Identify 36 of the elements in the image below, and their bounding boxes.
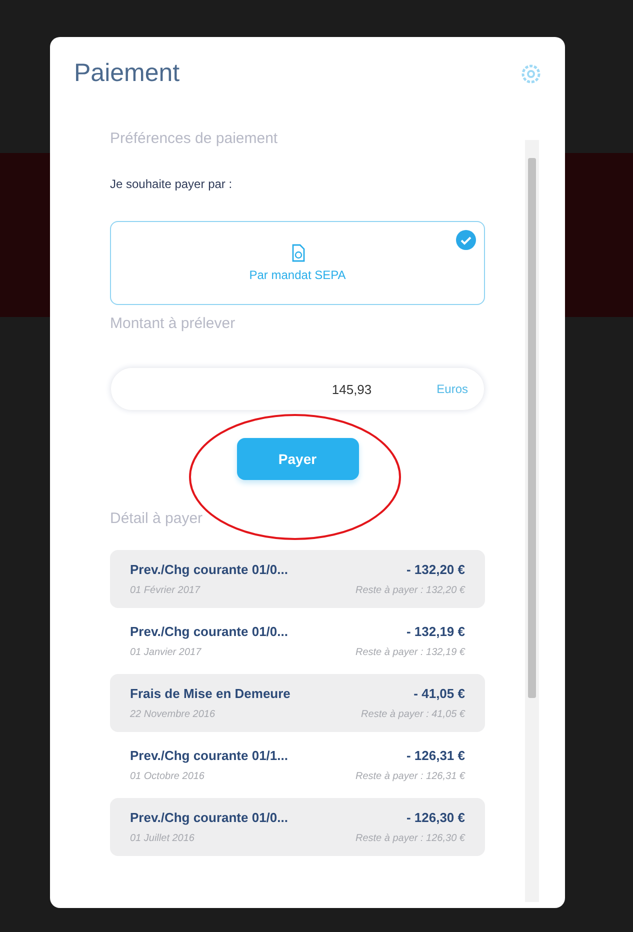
row-date: 01 Octobre 2016 [130, 771, 206, 782]
row-date: 01 Février 2017 [130, 585, 202, 596]
row-date: 22 Novembre 2016 [130, 709, 216, 720]
row-remaining: Reste à payer : 41,05 € [361, 709, 465, 720]
row-title: Prev./Chg courante 01/0... [130, 624, 289, 639]
row-remaining: Reste à payer : 132,19 € [355, 647, 465, 658]
check-icon [456, 230, 476, 250]
scrollbar-thumb[interactable] [528, 158, 536, 698]
section-heading: Montant à prélever [110, 315, 236, 332]
row-title: Prev./Chg courante 01/0... [130, 562, 289, 577]
currency-label: Euros [436, 382, 468, 396]
section-heading: Détail à payer [110, 510, 204, 527]
row-remaining: Reste à payer : 126,31 € [355, 771, 465, 782]
scrollbar[interactable] [525, 140, 539, 902]
amount-field[interactable]: 145,93 Euros [110, 367, 485, 411]
section-heading: Préférences de paiement [110, 130, 279, 147]
row-amount: - 126,31 € [405, 748, 465, 763]
dialog-title: Paiement [74, 59, 180, 88]
payment-row[interactable]: Prev./Chg courante 01/0... - 132,20 € 01 Février 2017 Reste à payer : 132,20 € [110, 550, 485, 608]
row-title: Frais de Mise en Demeure [130, 686, 292, 701]
row-amount: - 132,19 € [405, 624, 465, 639]
row-amount: - 41,05 € [412, 686, 465, 701]
settings-icon[interactable] [521, 64, 541, 84]
row-title: Prev./Chg courante 01/0... [130, 810, 289, 825]
payment-row[interactable]: Frais de Mise en Demeure - 41,05 € 22 Novembre 2016 Reste à payer : 41,05 € [110, 674, 485, 732]
payment-prompt: Je souhaite payer par : [110, 177, 234, 191]
document-icon [290, 244, 306, 262]
method-label: Par mandat SEPA [249, 268, 346, 282]
row-date: 01 Janvier 2017 [130, 647, 202, 658]
row-remaining: Reste à payer : 126,30 € [355, 833, 465, 844]
row-amount: - 126,30 € [405, 810, 465, 825]
row-date: 01 Juillet 2016 [130, 833, 196, 844]
row-remaining: Reste à payer : 132,20 € [355, 585, 465, 596]
row-title: Prev./Chg courante 01/1... [130, 748, 289, 763]
payment-row[interactable]: Prev./Chg courante 01/0... - 126,30 € 01 Juillet 2016 Reste à payer : 126,30 € [110, 798, 485, 856]
row-amount: - 132,20 € [405, 562, 465, 577]
